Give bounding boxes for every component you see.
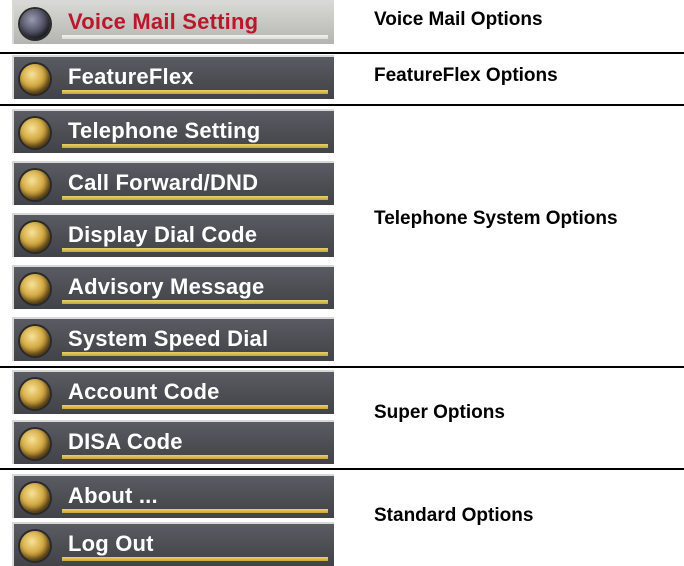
group-label-voice-mail-options: Voice Mail Options	[374, 9, 543, 30]
group-label-standard-options: Standard Options	[374, 505, 534, 526]
knob-icon	[20, 9, 50, 39]
menu-button-label: Advisory Message	[68, 274, 265, 299]
menu-button-telephone-setting[interactable]: Telephone Setting	[12, 109, 334, 153]
knob-icon	[20, 429, 50, 459]
menu-button-label: Log Out	[68, 531, 154, 556]
menu-button-label: Display Dial Code	[68, 222, 258, 247]
knob-icon	[20, 274, 50, 304]
group-label-super-options: Super Options	[374, 402, 505, 423]
menu-button-about[interactable]: About ...	[12, 474, 334, 518]
menu-button-system-speed-dial[interactable]: System Speed Dial	[12, 317, 334, 361]
knob-icon	[20, 118, 50, 148]
menu-button-featureflex[interactable]: FeatureFlex	[12, 55, 334, 99]
group-divider	[0, 468, 684, 470]
group-label-featureflex-options: FeatureFlex Options	[374, 65, 558, 86]
menu-button-advisory-message[interactable]: Advisory Message	[12, 265, 334, 309]
menu-button-label: Voice Mail Setting	[68, 9, 259, 34]
knob-icon	[20, 483, 50, 513]
knob-icon	[20, 64, 50, 94]
knob-icon	[20, 222, 50, 252]
knob-icon	[20, 326, 50, 356]
menu-button-label: DISA Code	[68, 429, 183, 454]
group-divider	[0, 104, 684, 106]
menu-button-label: Telephone Setting	[68, 118, 261, 143]
menu-button-label: Call Forward/DND	[68, 170, 259, 195]
knob-icon	[20, 379, 50, 409]
group-label-telephone-system-options: Telephone System Options	[374, 208, 618, 229]
menu-button-call-forward-dnd[interactable]: Call Forward/DND	[12, 161, 334, 205]
menu-button-label: FeatureFlex	[68, 64, 194, 89]
menu-button-disa-code[interactable]: DISA Code	[12, 420, 334, 464]
menu-button-display-dial-code[interactable]: Display Dial Code	[12, 213, 334, 257]
menu-button-voice-mail-setting[interactable]: Voice Mail Setting	[12, 0, 334, 44]
group-divider	[0, 52, 684, 54]
menu-button-log-out[interactable]: Log Out	[12, 522, 334, 566]
menu-button-label: Account Code	[68, 379, 220, 404]
knob-icon	[20, 531, 50, 561]
group-divider	[0, 366, 684, 368]
menu-button-account-code[interactable]: Account Code	[12, 370, 334, 414]
knob-icon	[20, 170, 50, 200]
menu-button-label: System Speed Dial	[68, 326, 269, 351]
menu-button-label: About ...	[68, 483, 158, 508]
